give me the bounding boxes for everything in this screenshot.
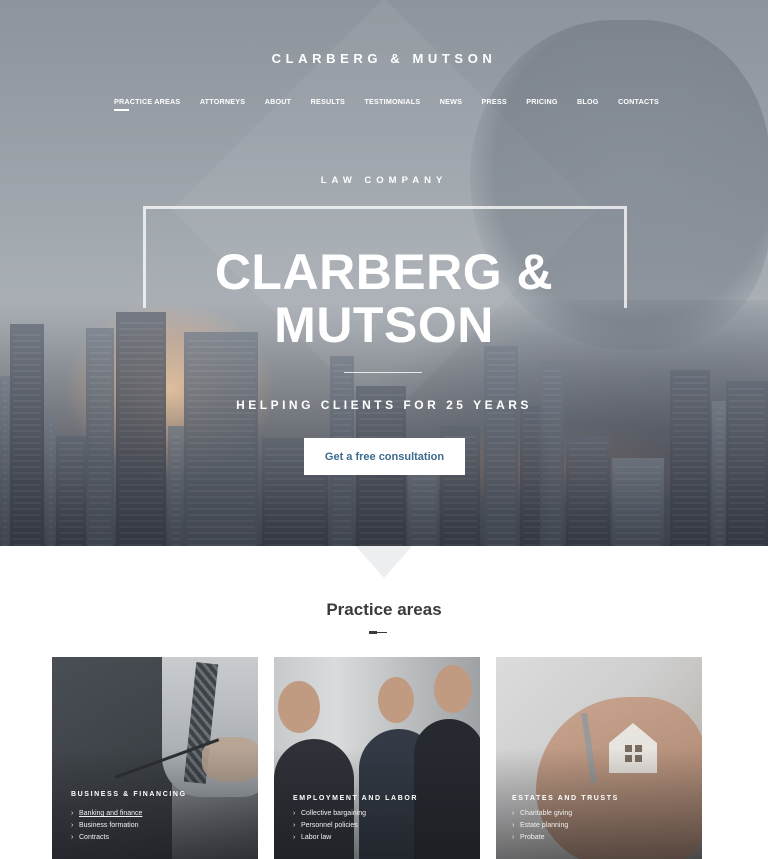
- list-item[interactable]: Labor law: [293, 832, 366, 844]
- hero-title-line-1: CLARBERG &: [214, 244, 554, 300]
- nav-item-press[interactable]: PRESS: [482, 97, 507, 106]
- list-item[interactable]: Banking and finance: [71, 808, 142, 820]
- hero-title: CLARBERG & MUTSON: [0, 246, 768, 352]
- nav-item-contacts[interactable]: CONTACTS: [618, 97, 659, 106]
- hero-tagline: HELPING CLIENTS FOR 25 YEARS: [236, 398, 532, 412]
- practice-card-business[interactable]: BUSINESS & FINANCING Banking and finance…: [52, 657, 258, 859]
- list-item[interactable]: Estate planning: [512, 820, 572, 832]
- main-nav: PRACTICE AREAS ATTORNEYS ABOUT RESULTS T…: [114, 94, 659, 111]
- practice-areas-title: Practice areas: [326, 600, 442, 619]
- nav-item-practice-areas[interactable]: PRACTICE AREAS: [114, 97, 180, 111]
- practice-card-list: Banking and finance Business formation C…: [71, 808, 142, 844]
- hero-kicker: LAW COMPANY: [320, 175, 448, 186]
- list-item[interactable]: Business formation: [71, 820, 142, 832]
- nav-item-news[interactable]: NEWS: [440, 97, 462, 106]
- list-item[interactable]: Personnel policies: [293, 820, 366, 832]
- hero-divider: [344, 372, 422, 373]
- practice-card-estates[interactable]: ESTATES AND TRUSTS Charitable giving Est…: [496, 657, 702, 859]
- practice-card-title[interactable]: ESTATES AND TRUSTS: [512, 795, 619, 802]
- practice-card-title[interactable]: EMPLOYMENT AND LABOR: [293, 795, 418, 802]
- section-divider-mark: [369, 631, 387, 634]
- list-item[interactable]: Probate: [512, 832, 572, 844]
- list-item[interactable]: Contracts: [71, 832, 142, 844]
- practice-card-employment[interactable]: EMPLOYMENT AND LABOR Collective bargaini…: [274, 657, 480, 859]
- practice-card-list: Collective bargaining Personnel policies…: [293, 808, 366, 844]
- nav-item-blog[interactable]: BLOG: [577, 97, 599, 106]
- practice-card-list: Charitable giving Estate planning Probat…: [512, 808, 572, 844]
- nav-item-results[interactable]: RESULTS: [311, 97, 345, 106]
- hero-notch-decor: [356, 546, 412, 578]
- nav-item-pricing[interactable]: PRICING: [526, 97, 557, 106]
- hero-section: CLARBERG & MUTSON PRACTICE AREAS ATTORNE…: [0, 0, 768, 546]
- practice-card-title[interactable]: BUSINESS & FINANCING: [71, 791, 187, 798]
- hero-title-line-2: MUTSON: [274, 297, 494, 353]
- site-logo[interactable]: CLARBERG & MUTSON: [0, 51, 768, 66]
- list-item[interactable]: Collective bargaining: [293, 808, 366, 820]
- nav-item-about[interactable]: ABOUT: [265, 97, 292, 106]
- nav-item-testimonials[interactable]: TESTIMONIALS: [364, 97, 420, 106]
- nav-item-attorneys[interactable]: ATTORNEYS: [200, 97, 245, 106]
- free-consultation-button[interactable]: Get a free consultation: [304, 438, 465, 475]
- list-item[interactable]: Charitable giving: [512, 808, 572, 820]
